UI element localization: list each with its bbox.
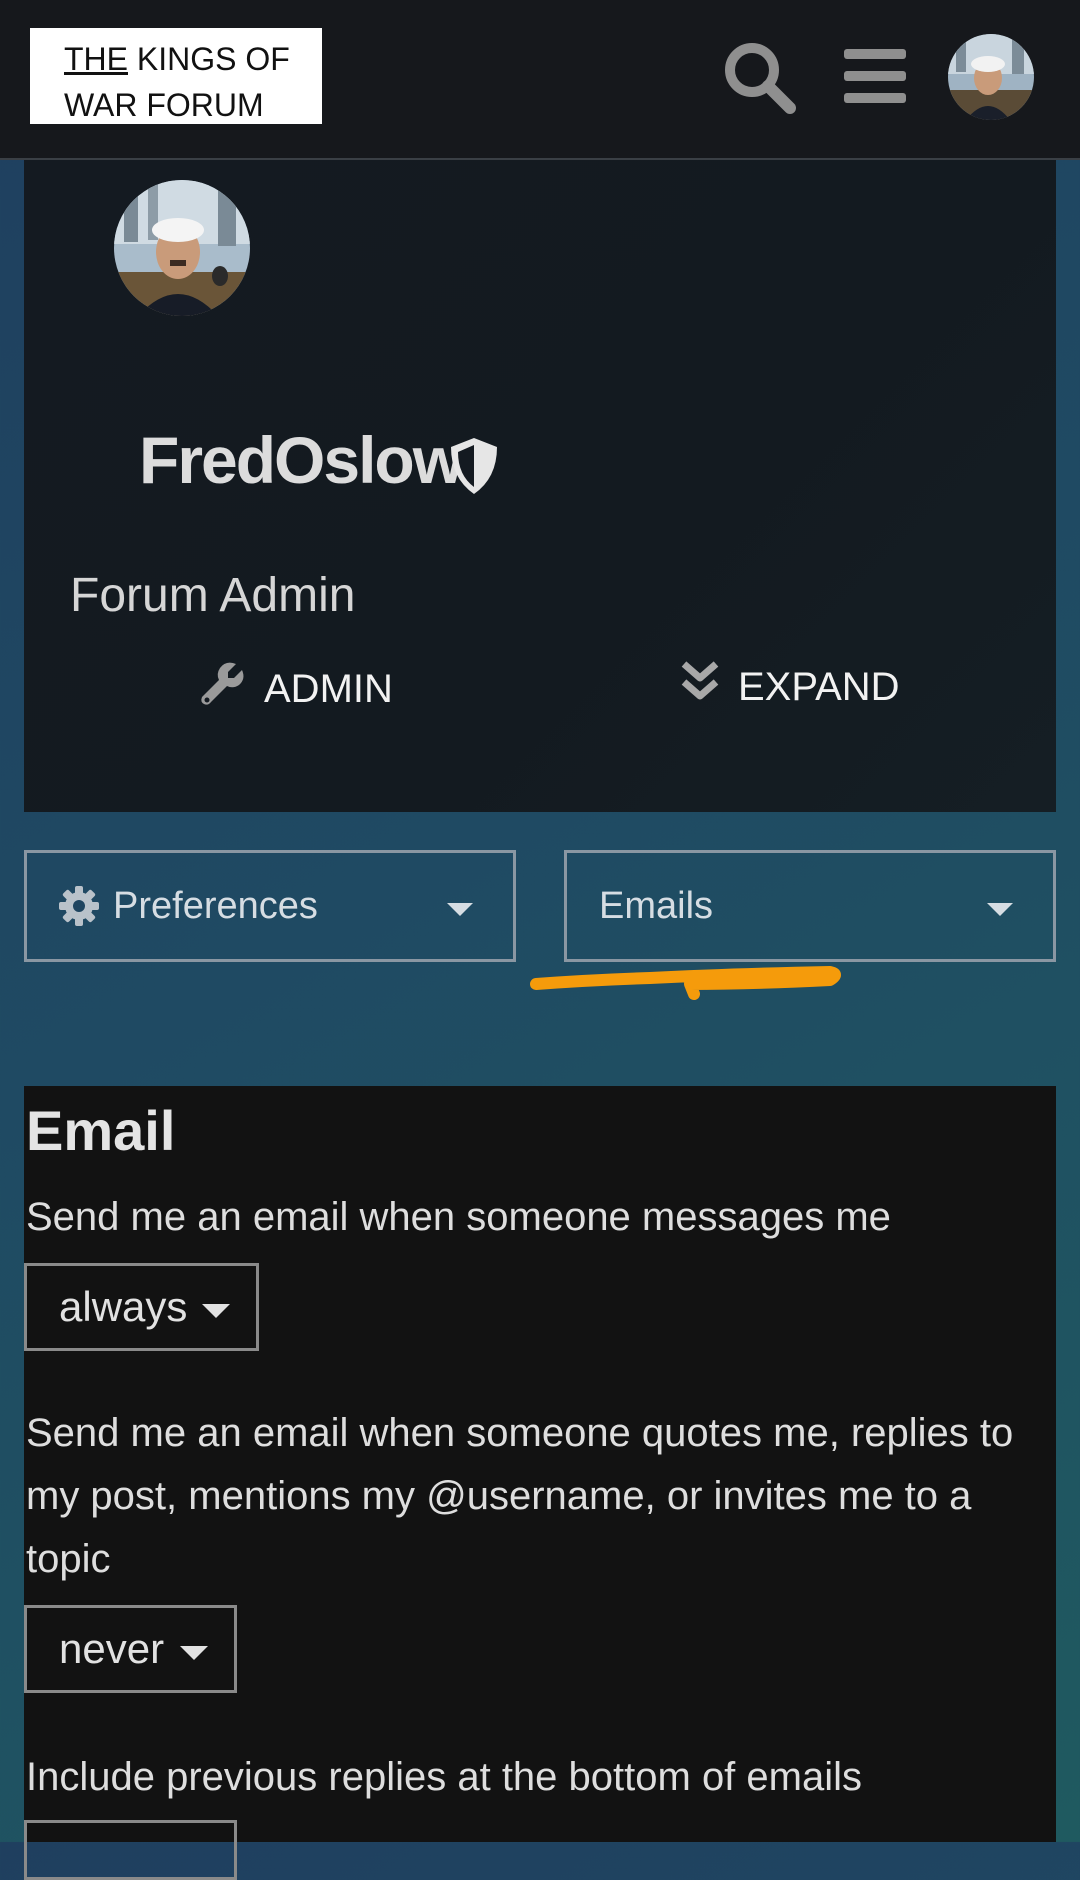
preferences-label: Preferences (113, 884, 318, 927)
caret-down-icon (180, 1646, 208, 1660)
emails-label: Emails (599, 884, 714, 927)
email-messages-select[interactable]: always (24, 1263, 259, 1351)
profile-avatar[interactable] (114, 180, 250, 316)
caret-down-icon (447, 903, 473, 916)
expand-label: EXPAND (738, 664, 900, 709)
logo-the: THE (64, 41, 128, 77)
emails-selector[interactable]: Emails (564, 850, 1056, 962)
shield-icon (447, 436, 501, 501)
email-mentions-select[interactable]: never (24, 1605, 237, 1693)
site-header: THE KINGS OF WAR FORUM (0, 0, 1080, 160)
wrench-icon (198, 660, 246, 718)
email-heading: Email (26, 1099, 176, 1162)
email-settings-panel: Email Send me an email when someone mess… (24, 1086, 1056, 1880)
profile-card: FredOslow Forum Admin ADMIN EXPAND (24, 160, 1056, 812)
email-messages-label: Send me an email when someone messages m… (26, 1195, 891, 1239)
email-mentions-value: never (59, 1625, 165, 1672)
logo-line2: WAR FORUM (64, 87, 264, 123)
email-previous-replies-select[interactable] (24, 1820, 237, 1880)
email-messages-value: always (59, 1283, 188, 1330)
hamburger-menu-icon[interactable] (842, 46, 908, 111)
admin-label: ADMIN (264, 666, 393, 711)
preferences-selector[interactable]: Preferences (24, 850, 516, 962)
search-icon[interactable] (722, 40, 798, 121)
caret-down-icon (987, 903, 1013, 916)
logo-line1: KINGS OF (128, 41, 290, 77)
caret-down-icon (202, 1304, 230, 1318)
double-chevron-down-icon (680, 660, 720, 714)
admin-button[interactable]: ADMIN (198, 660, 393, 718)
gear-icon (59, 886, 99, 926)
email-mentions-label: Send me an email when someone quotes me,… (26, 1411, 1014, 1581)
username: FredOslow (139, 423, 464, 497)
site-logo[interactable]: THE KINGS OF WAR FORUM (30, 28, 322, 124)
expand-button[interactable]: EXPAND (680, 660, 900, 714)
email-previous-replies-label: Include previous replies at the bottom o… (26, 1755, 862, 1799)
user-title: Forum Admin (70, 569, 356, 622)
user-avatar[interactable] (948, 34, 1034, 120)
orange-underline-annotation (530, 966, 841, 1000)
